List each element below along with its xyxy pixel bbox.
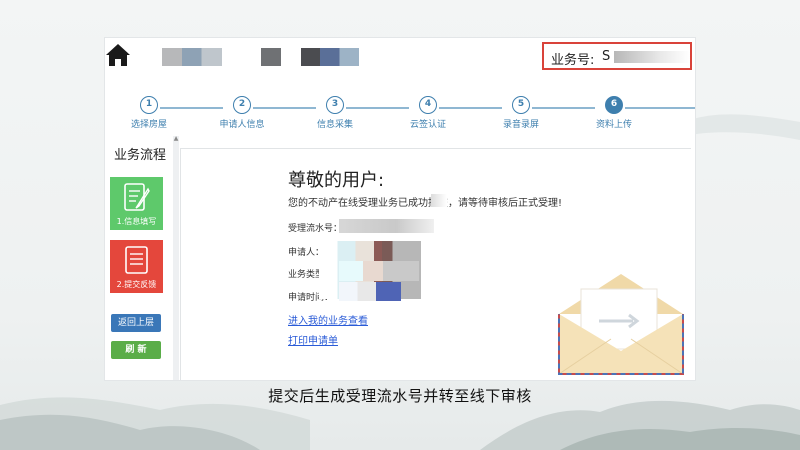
step-label: 云签认证 [409,120,446,130]
scroll-up-icon[interactable]: ▲ [173,136,179,142]
redacted-serial-number [339,219,434,233]
redacted-title-block [261,48,281,66]
redacted-business-number [614,51,690,63]
step-label: 资料上传 [595,120,632,130]
redacted-title-block-2 [301,48,359,66]
document-list-icon [125,246,148,274]
tile-submit-feedback[interactable]: 2.提交反馈 [110,240,163,293]
redacted-applicant-details-2 [339,261,419,281]
redacted-logo-block [162,48,222,66]
redacted-time-details [339,282,401,301]
screenshot-frame: 业务号: S 1 选择房屋 2 申请人信息 3 信息采集 4 云签认证 5 录音… [105,38,695,380]
form-edit-icon [124,183,150,211]
main-content: 尊敬的用户: 您的不动产在线受理业务已成功提交，请等待审核后正式受理! 受理流水… [180,148,691,380]
tile-fill-info[interactable]: 1.信息填写 [110,177,163,230]
sidebar-title: 业务流程 [114,148,167,163]
tile-fill-info-label: 1.信息填写 [116,217,157,226]
envelope-illustration [558,274,684,375]
back-button[interactable]: 返回上层 [111,314,161,332]
home-icon[interactable] [105,43,131,67]
redaction-blur [431,194,447,207]
step-recording[interactable]: 5 录音录屏 [481,96,561,130]
business-number-box: 业务号: S [542,42,692,70]
my-business-link[interactable]: 进入我的业务查看 [288,312,368,327]
header: 业务号: S [105,38,695,80]
print-application-link[interactable]: 打印申请单 [288,332,338,347]
step-label: 申请人信息 [219,120,265,130]
sidebar-scrollbar[interactable] [173,136,179,380]
step-label: 录音录屏 [502,120,539,130]
success-message: 您的不动产在线受理业务已成功提交，请等待审核后正式受理! [288,198,563,209]
step-applicant-info[interactable]: 2 申请人信息 [202,96,282,130]
step-number: 2 [233,96,251,114]
serial-number-label: 受理流水号： [288,224,343,234]
greeting-heading: 尊敬的用户: [288,170,385,191]
step-number: 4 [419,96,437,114]
business-number-value: S [602,49,611,64]
video-caption: 提交后生成受理流水号并转至线下审核 [268,387,532,405]
tile-submit-feedback-label: 2.提交反馈 [116,280,157,289]
refresh-button[interactable]: 刷 新 [111,341,161,359]
step-number: 6 [605,96,623,114]
progress-steps: 1 选择房屋 2 申请人信息 3 信息采集 4 云签认证 5 录音录屏 6 资料… [105,96,695,136]
step-number: 1 [140,96,158,114]
step-label: 信息采集 [316,120,353,130]
step-upload-docs[interactable]: 6 资料上传 [574,96,654,130]
step-info-collection[interactable]: 3 信息采集 [295,96,375,130]
sidebar: 业务流程 ▲ 1.信息填写 2.提交反馈 返回上层 刷 新 [105,136,179,380]
step-label: 选择房屋 [130,120,167,130]
step-number: 5 [512,96,530,114]
business-number-label: 业务号: [551,53,595,68]
step-cloud-sign[interactable]: 4 云签认证 [388,96,468,130]
step-number: 3 [326,96,344,114]
step-select-house[interactable]: 1 选择房屋 [109,96,189,130]
